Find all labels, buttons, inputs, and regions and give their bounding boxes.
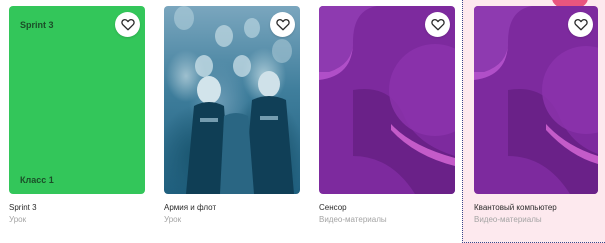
card-title[interactable]: Армия и флот (164, 203, 216, 212)
card-type: Видео-материалы (474, 215, 542, 224)
card-cover[interactable] (474, 6, 598, 194)
card-title[interactable]: Сенсор (319, 203, 347, 212)
card-type: Видео-материалы (319, 215, 387, 224)
material-card[interactable]: Sprint 3 Класс 1 Sprint 3 Урок (9, 6, 145, 230)
material-card[interactable]: Квантовый компьютер Видео-материалы (474, 6, 598, 230)
cover-label: Sprint 3 (20, 20, 54, 30)
favorite-button[interactable] (568, 12, 593, 37)
heart-icon (430, 19, 445, 31)
material-card[interactable]: Сенсор Видео-материалы (319, 6, 455, 230)
cover-class-label: Класс 1 (20, 175, 54, 185)
card-cover[interactable] (319, 6, 455, 194)
favorite-button[interactable] (115, 12, 140, 37)
heart-icon (573, 19, 588, 31)
material-card[interactable]: Армия и флот Урок (164, 6, 300, 230)
favorite-button[interactable] (425, 12, 450, 37)
card-title[interactable]: Sprint 3 (9, 203, 37, 212)
card-cover[interactable] (164, 6, 300, 194)
card-type: Урок (164, 215, 182, 224)
favorite-button[interactable] (270, 12, 295, 37)
heart-icon (275, 19, 290, 31)
card-type: Урок (9, 215, 27, 224)
heart-icon (120, 19, 135, 31)
card-title[interactable]: Квантовый компьютер (474, 203, 557, 212)
card-cover[interactable]: Sprint 3 Класс 1 (9, 6, 145, 194)
